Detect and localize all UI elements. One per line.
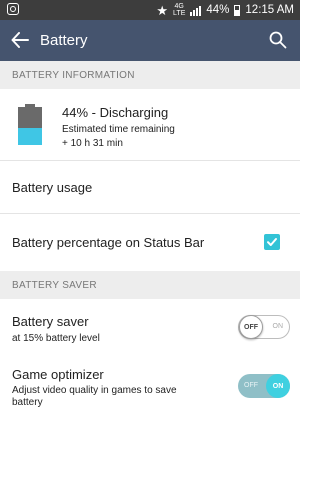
section-header-battery-saver: BATTERY SAVER	[0, 271, 300, 299]
battery-info-row: 44% - Discharging Estimated time remaini…	[0, 90, 300, 160]
toggle-off-label: OFF	[244, 382, 258, 389]
battery-percentage-item[interactable]: Battery percentage on Status Bar	[0, 214, 300, 270]
section-header-battery-information: BATTERY INFORMATION	[0, 61, 300, 89]
toggle-knob: OFF	[239, 315, 263, 339]
app-bar: Battery	[0, 20, 300, 61]
signal-strength-icon	[190, 5, 202, 16]
status-bar-right: ★ 4G LTE 44% 12:15 AM	[156, 0, 294, 20]
battery-percentage-label: Battery percentage on Status Bar	[12, 235, 205, 250]
battery-percent-text: 44%	[206, 4, 230, 16]
toggle-on-label: ON	[272, 323, 284, 330]
battery-saver-subtitle: at 15% battery level	[12, 333, 100, 344]
checkmark-icon	[267, 238, 277, 246]
estimated-time-value: + 10 h 31 min	[62, 138, 123, 149]
game-optimizer-toggle[interactable]: OFF ON	[238, 374, 290, 398]
battery-icon	[234, 4, 241, 16]
arrow-back-icon	[11, 32, 29, 48]
network-type-icon: 4G LTE	[173, 3, 185, 17]
toggle-knob: ON	[266, 374, 290, 398]
battery-usage-label: Battery usage	[12, 180, 93, 195]
page-title: Battery	[40, 32, 88, 49]
battery-saver-toggle[interactable]: OFF ON	[238, 315, 290, 339]
network-type: 4G	[174, 3, 184, 10]
search-button[interactable]	[264, 26, 292, 54]
back-button[interactable]	[6, 26, 34, 54]
battery-saver-title: Battery saver	[12, 314, 89, 329]
battery-usage-item[interactable]: Battery usage	[0, 161, 300, 213]
game-optimizer-subtitle-line1: Adjust video quality in games to save	[12, 385, 177, 396]
game-optimizer-title: Game optimizer	[12, 367, 104, 382]
estimated-time-label: Estimated time remaining	[62, 124, 175, 135]
battery-level-fill	[18, 128, 42, 145]
star-icon: ★	[156, 2, 169, 18]
instagram-notification-icon	[7, 3, 19, 15]
search-icon	[269, 31, 287, 49]
battery-level-graphic	[18, 104, 42, 145]
battery-percentage-checkbox[interactable]	[264, 234, 280, 250]
game-optimizer-item[interactable]: Game optimizer Adjust video quality in g…	[0, 356, 300, 416]
status-bar: ★ 4G LTE 44% 12:15 AM	[0, 0, 300, 20]
battery-saver-item[interactable]: Battery saver at 15% battery level OFF O…	[0, 300, 300, 356]
network-subtype: LTE	[173, 10, 186, 17]
clock: 12:15 AM	[245, 4, 294, 16]
game-optimizer-subtitle-line2: battery	[12, 397, 43, 408]
battery-status: 44% - Discharging	[62, 105, 169, 120]
